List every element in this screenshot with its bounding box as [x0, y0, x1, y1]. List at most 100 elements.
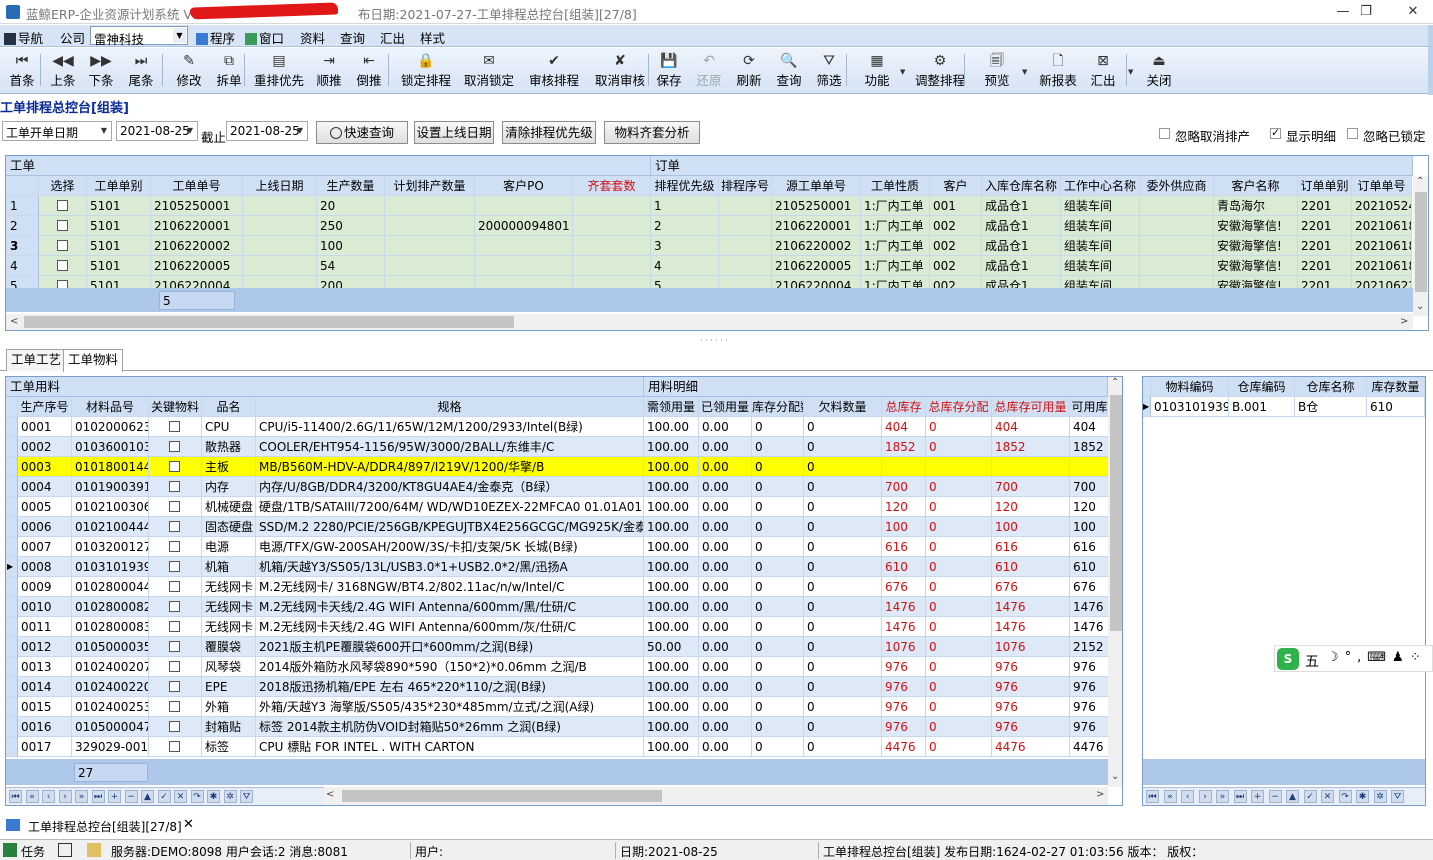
order-column-header[interactable]: 生产数量 — [317, 176, 385, 196]
key-material-checkbox[interactable] — [169, 581, 180, 592]
order-column-header[interactable]: 排程序号 — [719, 176, 772, 196]
row-indicator[interactable] — [6, 617, 18, 637]
close-window-button[interactable]: ✕ — [1393, 2, 1433, 22]
nav-button-icon[interactable]: − — [1268, 790, 1282, 803]
toolbar-button-12[interactable]: ✘ 取消审核 — [590, 52, 650, 90]
menu-program[interactable]: 程序 — [196, 28, 235, 47]
key-material-cell[interactable] — [149, 577, 202, 597]
row-indicator[interactable] — [6, 717, 18, 737]
row-indicator[interactable] — [6, 637, 18, 657]
row-number[interactable]: 3 — [6, 236, 39, 256]
key-material-checkbox[interactable] — [169, 541, 180, 552]
material-column-header[interactable]: 关键物料 — [149, 397, 202, 417]
material-column-header[interactable]: 总库存可用量 — [992, 397, 1070, 417]
key-material-checkbox[interactable] — [169, 561, 180, 572]
dropdown-arrow-icon[interactable]: ▼ — [900, 68, 905, 76]
nav-button-icon[interactable]: ⏭ — [91, 790, 105, 803]
toolbar-button-18[interactable]: ▦ 功能 — [860, 52, 894, 90]
date-from-input[interactable]: 2021-08-25 ▼ — [116, 121, 198, 141]
date-to-input[interactable]: 2021-08-25 ▼ — [226, 121, 308, 141]
nav-button-icon[interactable]: ✱ — [1356, 790, 1369, 803]
key-material-cell[interactable] — [149, 477, 202, 497]
select-cell[interactable] — [39, 236, 87, 256]
material-column-header[interactable]: 可用库 — [1070, 397, 1110, 417]
nav-button-icon[interactable]: ‹ — [1181, 790, 1194, 803]
select-checkbox[interactable] — [57, 240, 68, 251]
nav-button-icon[interactable]: ✕ — [174, 790, 187, 803]
scroll-thumb[interactable] — [1110, 395, 1122, 631]
row-indicator[interactable] — [6, 657, 18, 677]
toolbar-button-20[interactable]: 🗐 预览 — [980, 52, 1014, 90]
row-number[interactable]: 2 — [6, 216, 39, 236]
order-column-header[interactable]: 入库仓库名称 — [982, 176, 1061, 196]
scroll-right-icon[interactable]: > — [1096, 789, 1104, 800]
nav-button-icon[interactable]: + — [1251, 790, 1264, 803]
nav-button-icon[interactable]: ⛛ — [1391, 790, 1404, 803]
key-material-cell[interactable] — [149, 557, 202, 577]
order-hscroll[interactable]: < > — [6, 314, 1413, 330]
nav-menu[interactable]: 导航 — [4, 28, 43, 47]
order-column-header[interactable]: 排程优先级 — [651, 176, 719, 196]
toolbar-button-3[interactable]: ⏭ 尾条 — [124, 52, 158, 90]
key-material-checkbox[interactable] — [169, 501, 180, 512]
key-material-cell[interactable] — [149, 697, 202, 717]
select-cell[interactable] — [39, 256, 87, 276]
scroll-down-icon[interactable]: ⌄ — [1416, 301, 1424, 312]
toolbar-button-2[interactable]: ▶▶ 下条 — [84, 52, 118, 90]
nav-button-icon[interactable]: › — [1198, 790, 1212, 803]
key-material-cell[interactable] — [149, 497, 202, 517]
material-column-header[interactable]: 品名 — [202, 397, 256, 417]
scroll-right-icon[interactable]: > — [1400, 316, 1408, 327]
material-vscroll[interactable]: ⌃ ⌄ — [1108, 377, 1122, 787]
nav-button-icon[interactable]: ⏭ — [1233, 790, 1247, 803]
nav-button-icon[interactable]: − — [124, 790, 138, 803]
stock-column-header[interactable]: 仓库名称 — [1295, 377, 1367, 397]
scroll-thumb[interactable] — [1415, 192, 1427, 292]
scroll-up-icon[interactable]: ⌃ — [1416, 176, 1424, 187]
order-column-header[interactable]: 工单单别 — [87, 176, 151, 196]
key-material-cell[interactable] — [149, 677, 202, 697]
menu-style[interactable]: 样式 — [420, 28, 445, 47]
key-material-checkbox[interactable] — [169, 641, 180, 652]
dropdown-arrow-icon[interactable]: ▼ — [1128, 68, 1133, 76]
toolbar-button-13[interactable]: 💾 保存 — [652, 52, 686, 90]
key-material-checkbox[interactable] — [169, 621, 180, 632]
nav-button-icon[interactable]: ✲ — [1373, 790, 1387, 803]
row-indicator[interactable] — [6, 477, 18, 497]
order-column-header[interactable]: 上线日期 — [243, 176, 317, 196]
key-material-checkbox[interactable] — [169, 481, 180, 492]
toolbar-button-9[interactable]: 🔒 锁定排程 — [395, 52, 457, 90]
row-indicator[interactable]: ▶ — [1143, 397, 1151, 417]
show-detail-checkbox[interactable] — [1270, 126, 1281, 139]
key-material-checkbox[interactable] — [169, 721, 180, 732]
nav-button-icon[interactable]: + — [108, 790, 121, 803]
toolbar-button-14[interactable]: ↶ 还原 — [692, 52, 726, 90]
row-indicator[interactable] — [6, 537, 18, 557]
order-column-header[interactable]: 工单性质 — [861, 176, 930, 196]
toolbar-button-19[interactable]: ⚙ 调整排程 — [910, 52, 970, 90]
nav-button-icon[interactable]: ⏮ — [1146, 790, 1159, 803]
row-indicator[interactable]: ▶ — [6, 557, 18, 577]
nav-button-icon[interactable]: ⏮ — [9, 790, 22, 803]
row-indicator[interactable] — [6, 577, 18, 597]
material-analysis-button[interactable]: 物料齐套分析 — [604, 121, 700, 144]
nav-button-icon[interactable]: ✓ — [157, 790, 171, 803]
stock-column-header[interactable]: 物料编码 — [1151, 377, 1229, 397]
scroll-down-icon[interactable]: ⌄ — [1111, 771, 1119, 782]
key-material-checkbox[interactable] — [169, 421, 180, 432]
key-material-checkbox[interactable] — [169, 741, 180, 752]
material-column-header[interactable]: 规格 — [256, 397, 644, 417]
key-material-cell[interactable] — [149, 597, 202, 617]
order-column-header[interactable]: 客户 — [930, 176, 982, 196]
tool-icon[interactable] — [58, 843, 72, 857]
row-indicator[interactable] — [6, 417, 18, 437]
select-cell[interactable] — [39, 216, 87, 236]
order-vscroll[interactable]: ⌃ ⌄ — [1413, 176, 1428, 316]
key-material-cell[interactable] — [149, 737, 202, 757]
toolbar-button-16[interactable]: 🔍 查询 — [772, 52, 806, 90]
toolbar-button-8[interactable]: ⇤ 倒推 — [352, 52, 386, 90]
nav-button-icon[interactable]: ✱ — [207, 790, 220, 803]
material-column-header[interactable]: 需领用量 — [644, 397, 699, 417]
row-indicator[interactable] — [6, 517, 18, 537]
order-column-header[interactable]: 委外供应商 — [1140, 176, 1214, 196]
